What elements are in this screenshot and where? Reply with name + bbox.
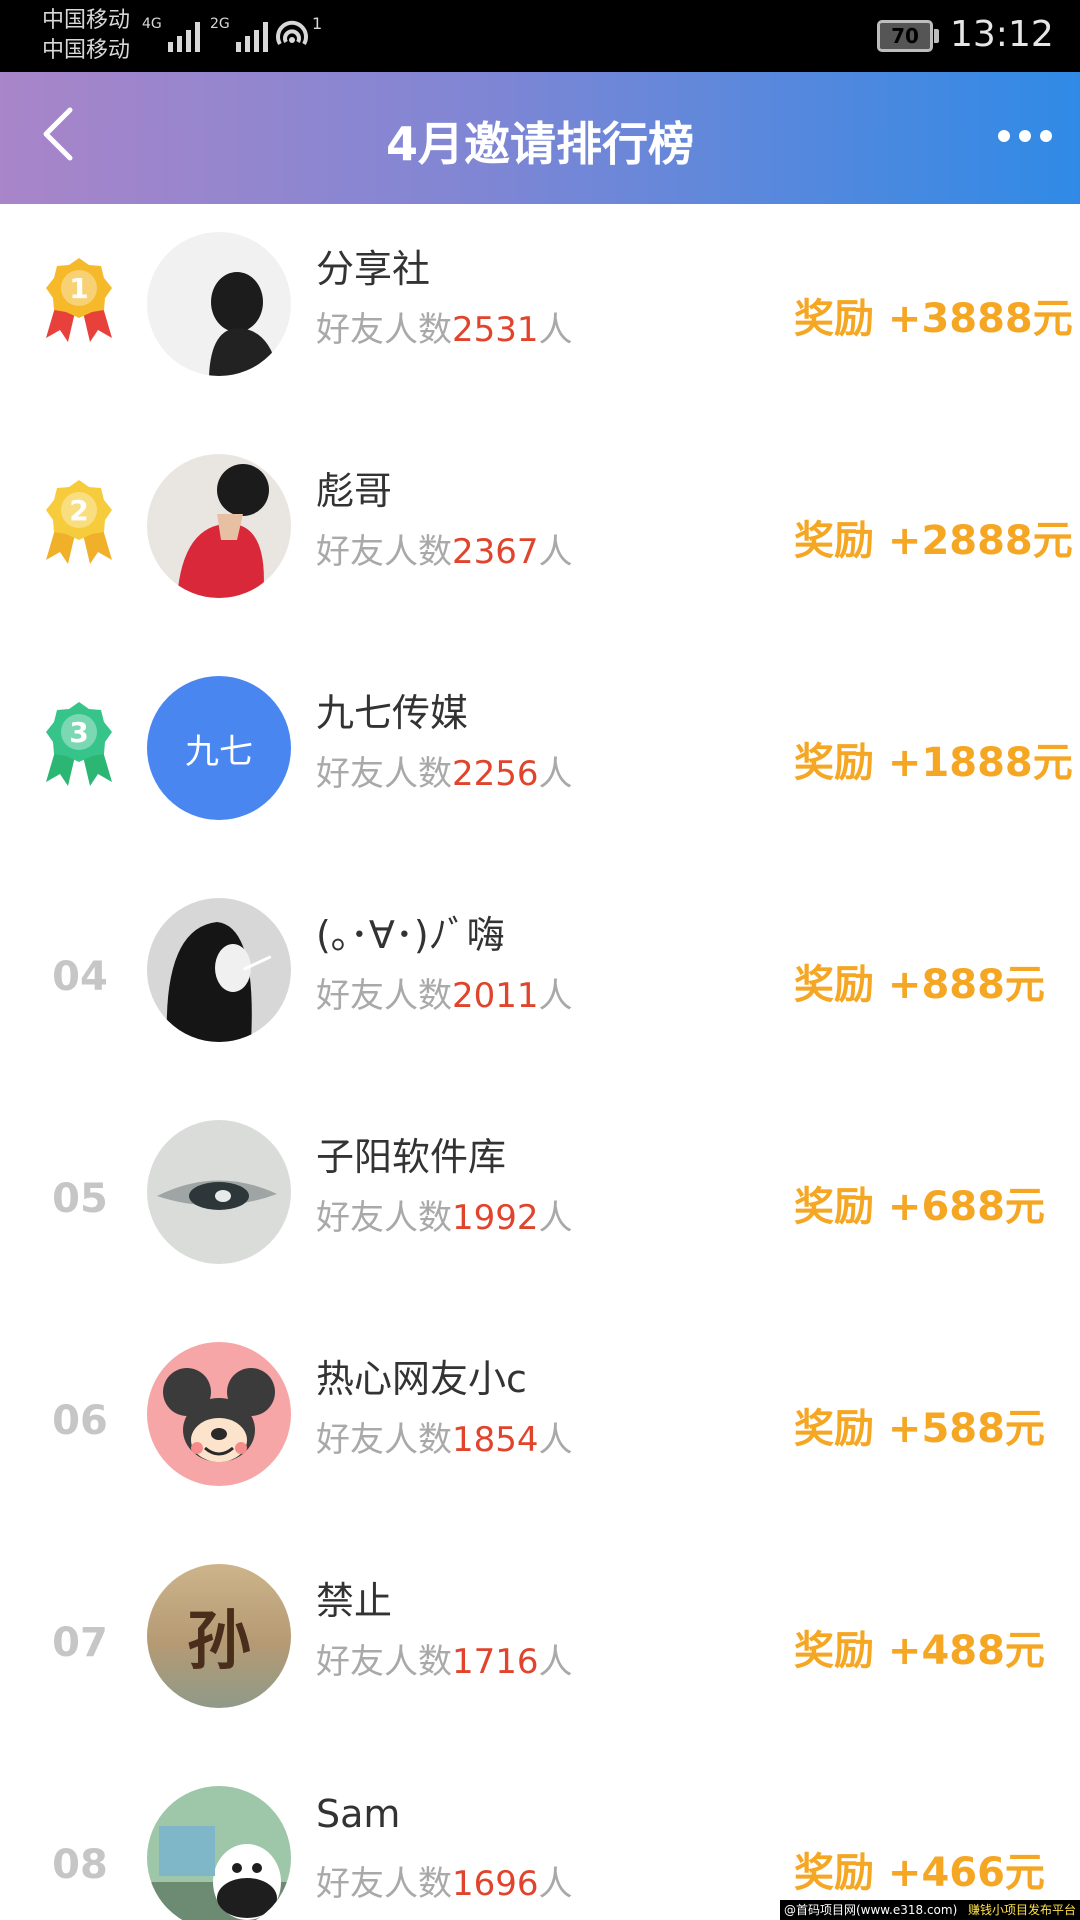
rank-medal-icon: 3 [46,702,112,786]
friend-count-unit: 人 [538,754,573,794]
user-name: 九七传媒 [316,691,469,735]
rank-medal-number: 1 [69,272,88,305]
friend-count-value: 2531 [452,310,539,350]
list-item[interactable]: 04 (｡･∀･)ﾉﾞ嗨 好友人数2011人 奖励 +888元 [0,870,1080,1092]
battery-tip [934,29,939,43]
watermark-left: @首码项目网(www.e318.com) [784,1903,958,1917]
avatar[interactable] [147,898,291,1042]
list-item[interactable]: 07 孙 禁止 好友人数1716人 奖励 +488元 [0,1536,1080,1758]
signal-icon-2: 2G [210,16,268,52]
rank-medal-icon: 1 [46,258,112,342]
friend-count-value: 1696 [452,1864,539,1904]
user-name: (｡･∀･)ﾉﾞ嗨 [316,913,505,957]
rank-number: 05 [52,1176,108,1222]
rank-number: 06 [52,1398,108,1444]
avatar-text: 孙 [187,1604,251,1679]
friend-count: 好友人数1716人 [316,1634,573,1683]
signal-icon: 4G [142,16,200,52]
user-name: 分享社 [316,247,431,291]
friend-count-unit: 人 [538,1642,573,1682]
user-name: 子阳软件库 [316,1135,507,1179]
list-item[interactable]: 08 Sam 好友人数1696人 奖励 +466元 [0,1758,1080,1920]
status-bar: 中国移动 中国移动 4G 2G 1 70 13:12 [0,0,1080,72]
friend-count-unit: 人 [538,1198,573,1238]
friend-count-unit: 人 [538,532,573,572]
more-dots-icon[interactable] [998,130,1052,142]
friend-count-unit: 人 [538,310,573,350]
reward-amount: 奖励 +888元 [794,962,1045,1008]
friend-count-unit: 人 [538,1864,573,1904]
carrier-2: 中国移动 [42,38,131,63]
network-type-1: 4G [142,16,162,32]
avatar[interactable] [147,454,291,598]
avatar-text: 九七 [185,731,253,772]
rank-medal-icon: 2 [46,480,112,564]
friend-count-label: 好友人数 [316,1420,452,1460]
friend-count: 好友人数2367人 [316,524,573,573]
user-name: 热心网友小c [316,1357,527,1401]
reward-amount: 奖励 +1888元 [794,740,1073,786]
rank-number: 07 [52,1620,108,1666]
battery-icon: 70 [877,20,933,52]
rank-number: 08 [52,1842,108,1888]
friend-count: 好友人数2011人 [316,968,573,1017]
user-name: 彪哥 [316,469,393,513]
rank-medal-number: 2 [69,494,88,527]
friend-count-value: 1854 [452,1420,539,1460]
friend-count-value: 2011 [452,976,539,1016]
friend-count-label: 好友人数 [316,1198,452,1238]
friend-count: 好友人数1696人 [316,1856,573,1905]
ranking-list: 1 分享社 好友人数2531人 奖励 +3888元 2 彪哥 好友人数2367人… [0,204,1080,1920]
list-item[interactable]: 2 彪哥 好友人数2367人 奖励 +2888元 [0,426,1080,648]
hotspot-icon [276,20,308,46]
list-item[interactable]: 05 子阳软件库 好友人数1992人 奖励 +688元 [0,1092,1080,1314]
friend-count-value: 2256 [452,754,539,794]
avatar[interactable] [147,1342,291,1486]
rank-number: 04 [52,954,108,1000]
user-name: 禁止 [316,1579,393,1623]
carrier-names: 中国移动 中国移动 [42,6,130,66]
list-item[interactable]: 06 热心网友小c 好友人数1854人 奖励 +588元 [0,1314,1080,1536]
friend-count-label: 好友人数 [316,532,452,572]
friend-count: 好友人数1992人 [316,1190,573,1239]
friend-count-label: 好友人数 [316,1864,452,1904]
friend-count-unit: 人 [538,1420,573,1460]
friend-count-label: 好友人数 [316,976,452,1016]
friend-count: 好友人数1854人 [316,1412,573,1461]
reward-amount: 奖励 +688元 [794,1184,1045,1230]
reward-amount: 奖励 +588元 [794,1406,1045,1452]
clock: 13:12 [950,14,1054,55]
friend-count-value: 1716 [452,1642,539,1682]
friend-count-value: 2367 [452,532,539,572]
friend-count-value: 1992 [452,1198,539,1238]
friend-count-unit: 人 [538,976,573,1016]
network-type-2: 2G [210,16,230,32]
friend-count-label: 好友人数 [316,1642,452,1682]
avatar[interactable] [147,1786,291,1920]
friend-count-label: 好友人数 [316,754,452,794]
watermark-right: 赚钱小项目发布平台 [967,1903,1076,1917]
header-bar: 4月邀请排行榜 [0,72,1080,204]
reward-amount: 奖励 +488元 [794,1628,1045,1674]
rank-medal-number: 3 [69,716,88,749]
reward-amount: 奖励 +2888元 [794,518,1073,564]
carrier-1: 中国移动 [42,8,131,33]
friend-count-label: 好友人数 [316,310,452,350]
friend-count: 好友人数2256人 [316,746,573,795]
watermark: @首码项目网(www.e318.com) 赚钱小项目发布平台 [780,1900,1080,1920]
list-item[interactable]: 1 分享社 好友人数2531人 奖励 +3888元 [0,204,1080,426]
reward-amount: 奖励 +466元 [794,1850,1045,1896]
avatar[interactable] [147,1120,291,1264]
avatar[interactable]: 孙 [147,1564,291,1708]
page-title: 4月邀请排行榜 [385,117,694,171]
reward-amount: 奖励 +3888元 [794,296,1073,342]
list-item[interactable]: 3 九七 九七传媒 好友人数2256人 奖励 +1888元 [0,648,1080,870]
avatar[interactable] [147,232,291,376]
friend-count: 好友人数2531人 [316,302,573,351]
avatar[interactable]: 九七 [147,676,291,820]
hotspot-count: 1 [312,14,323,33]
user-name: Sam [316,1792,401,1836]
battery-level: 70 [891,24,919,48]
